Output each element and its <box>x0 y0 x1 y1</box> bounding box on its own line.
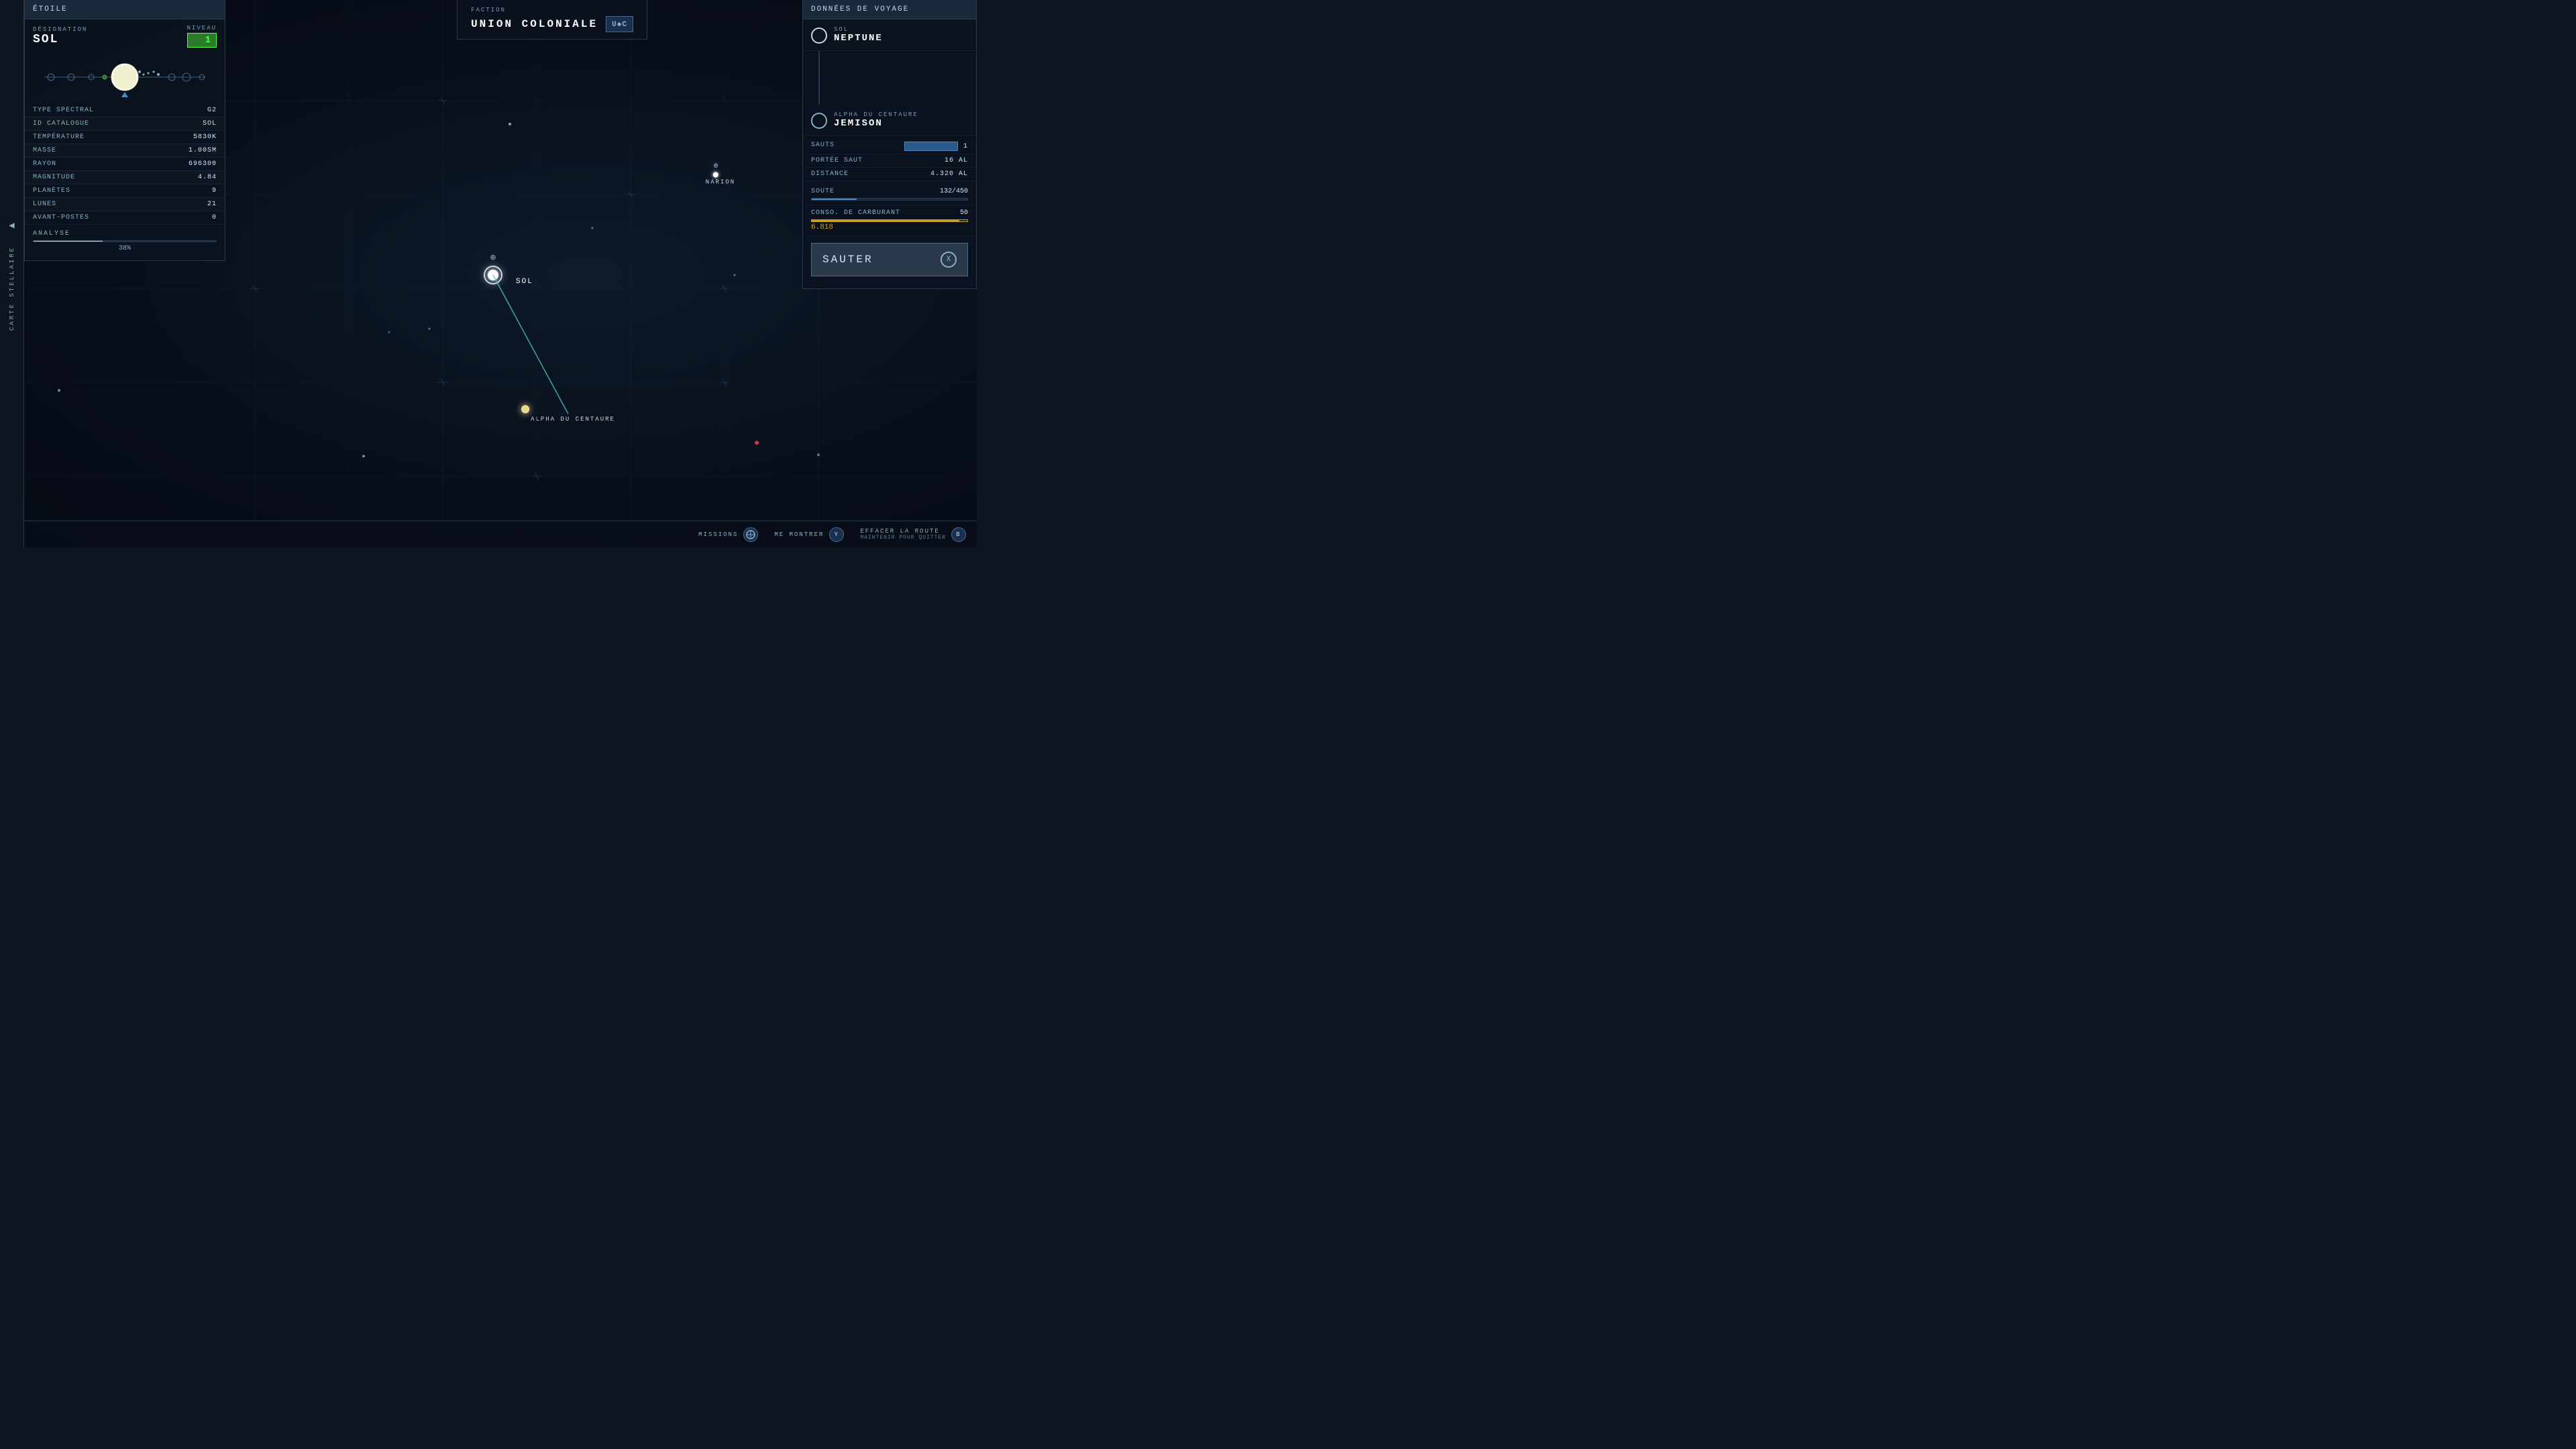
star-panel-header: ÉTOILE <box>25 0 225 19</box>
bottom-bar: MISSIONS ME MONTRER Y EFFACER LA ROUTE M… <box>24 521 977 547</box>
sol-label: SOL <box>516 278 533 286</box>
voyage-stats: SAUTS 1 PORTÉE SAUT 16 AL DISTANCE 4.320… <box>803 136 976 184</box>
missions-action: MISSIONS <box>698 527 758 542</box>
faction-panel: FACTION UNION COLONIALE U◆C <box>255 0 849 74</box>
me-montrer-key[interactable]: Y <box>829 527 844 542</box>
voyage-header: DONNÉES DE VOYAGE <box>803 0 976 19</box>
faction-label: FACTION <box>471 7 633 13</box>
stop-name-jemison: JEMISON <box>834 118 968 129</box>
stat-portee-saut: PORTÉE SAUT 16 AL <box>803 154 976 168</box>
analyse-bar <box>33 240 217 242</box>
faction-name: UNION COLONIALE U◆C <box>471 16 633 32</box>
sol-icon: ⊕ <box>490 252 496 264</box>
stat-type-spectral: TYPE SPECTRAL G2 <box>25 104 225 117</box>
me-montrer-action: ME MONTRER Y <box>774 527 844 542</box>
sauter-key: X <box>941 252 957 268</box>
niveau-value: 1 <box>187 33 217 48</box>
stat-temperature: TEMPÉRATURE 5830K <box>25 131 225 144</box>
stop-system-neptune: SOL <box>834 26 968 33</box>
sauter-label: SAUTER <box>822 254 873 266</box>
stat-id-catalogue: ID CATALOGUE SOL <box>25 117 225 131</box>
analyse-percent: 38% <box>33 245 217 252</box>
stop-info-jemison: ALPHA DU CENTAURE JEMISON <box>834 111 968 129</box>
sidebar: ◀ CARTE STELLAIRE <box>0 0 24 547</box>
stat-sauts: SAUTS 1 <box>803 139 976 154</box>
effacer-label: EFFACER LA ROUTE <box>860 528 946 535</box>
maintenir-label: MAINTENIR POUR QUITTER <box>860 535 946 541</box>
narion-star[interactable]: ⊕ NARION <box>696 161 735 186</box>
stop-system-jemison: ALPHA DU CENTAURE <box>834 111 968 118</box>
sauts-bar <box>904 142 958 151</box>
voyage-stop-neptune: SOL NEPTUNE <box>803 19 976 51</box>
stop-connector <box>818 51 820 105</box>
sauter-button[interactable]: SAUTER X <box>811 243 968 276</box>
designation-name: SOL <box>33 33 87 46</box>
narion-dot <box>713 172 718 178</box>
soute-row: SOUTE 132/450 <box>811 188 968 195</box>
stop-name-neptune: NEPTUNE <box>834 33 968 44</box>
stat-rayon: RAYON 696300 <box>25 158 225 171</box>
analyse-section: ANALYSE 38% <box>25 225 225 255</box>
stats-container: TYPE SPECTRAL G2 ID CATALOGUE SOL TEMPÉR… <box>25 104 225 225</box>
stat-masse: MASSE 1.00SM <box>25 144 225 158</box>
soute-section: SOUTE 132/450 <box>803 184 976 205</box>
stat-distance: DISTANCE 4.320 AL <box>803 168 976 181</box>
missions-label: MISSIONS <box>698 531 738 538</box>
fuel-display: 6.818 <box>811 223 968 231</box>
designation-row: DÉSIGNATION SOL NIVEAU 1 <box>25 19 225 50</box>
sidebar-label-text: CARTE STELLAIRE <box>9 246 15 331</box>
alpha-dot <box>521 405 529 413</box>
stat-lunes: LUNES 21 <box>25 198 225 211</box>
fuel-row: CONSO. DE CARBURANT 50 <box>811 209 968 217</box>
stop-circle-neptune <box>811 28 827 44</box>
voyage-stop-jemison: ALPHA DU CENTAURE JEMISON <box>803 105 976 136</box>
sol-selection-ring <box>484 266 502 284</box>
voyage-panel: DONNÉES DE VOYAGE SOL NEPTUNE ALPHA DU C… <box>802 0 977 289</box>
effacer-route-action: EFFACER LA ROUTE MAINTENIR POUR QUITTER … <box>860 527 966 542</box>
narion-icon: ⊕ <box>696 161 735 171</box>
me-montrer-label: ME MONTRER <box>774 531 824 538</box>
sol-star[interactable]: ⊕ SOL <box>484 266 502 284</box>
fuel-bar-bg <box>811 219 968 222</box>
soute-bar-fill <box>812 199 857 200</box>
stop-info-neptune: SOL NEPTUNE <box>834 26 968 44</box>
alpha-label: ALPHA DU CENTAURE <box>531 416 615 423</box>
niveau-label: NIVEAU <box>187 25 217 32</box>
stat-planetes: PLANÈTES 9 <box>25 184 225 198</box>
sidebar-arrow[interactable]: ◀ <box>5 216 18 235</box>
orbit-svg <box>38 57 212 97</box>
alpha-centaure-star[interactable]: ALPHA DU CENTAURE <box>521 405 615 423</box>
narion-label: NARION <box>706 179 735 186</box>
fuel-bar-fill <box>812 220 959 221</box>
designation-label: DÉSIGNATION <box>33 26 87 33</box>
faction-logo: U◆C <box>606 16 633 32</box>
star-panel: ÉTOILE DÉSIGNATION SOL NIVEAU 1 <box>24 0 225 261</box>
soute-bar-bg <box>811 198 968 201</box>
fuel-section: CONSO. DE CARBURANT 50 6.818 <box>803 205 976 236</box>
stat-avant-postes: AVANT-POSTES 0 <box>25 211 225 225</box>
effacer-key[interactable]: B <box>951 527 966 542</box>
faction-box: FACTION UNION COLONIALE U◆C <box>457 0 647 40</box>
sol-inner <box>488 270 498 280</box>
missions-key[interactable] <box>743 527 758 542</box>
analyse-label: ANALYSE <box>33 230 217 237</box>
stat-magnitude: MAGNITUDE 4.84 <box>25 171 225 184</box>
stop-circle-jemison <box>811 113 827 129</box>
orbit-diagram <box>25 50 225 104</box>
